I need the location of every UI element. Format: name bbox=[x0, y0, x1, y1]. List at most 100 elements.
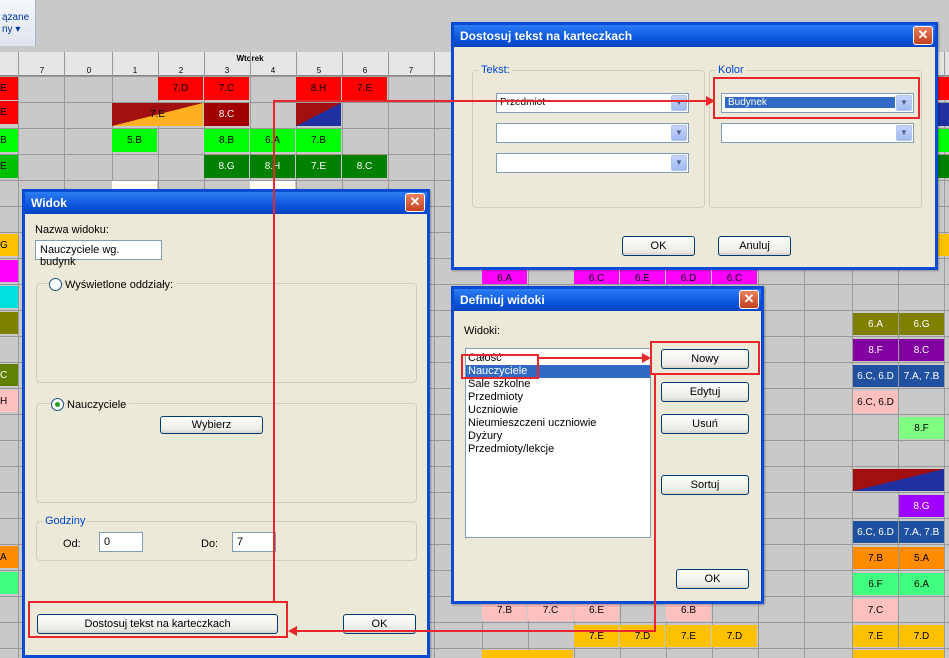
lesson-card[interactable] bbox=[482, 650, 573, 658]
lesson-card[interactable]: 6.E bbox=[620, 268, 665, 284]
lesson-card[interactable] bbox=[0, 312, 18, 334]
chevron-down-icon[interactable]: ▼ bbox=[671, 125, 687, 141]
lesson-card[interactable]: B bbox=[0, 129, 18, 152]
toolbar-button[interactable]: ązane ny ▾ bbox=[0, 0, 36, 46]
arrow-line bbox=[273, 101, 275, 601]
od-input[interactable]: 0 bbox=[99, 532, 143, 552]
tekst-combo-1[interactable]: Przedmiot ▼ bbox=[496, 93, 689, 113]
ok-button[interactable]: OK bbox=[622, 236, 695, 256]
list-item[interactable]: Sale szkolne bbox=[466, 378, 650, 391]
highlight-box bbox=[713, 77, 920, 119]
lesson-card[interactable]: 7.E bbox=[342, 77, 387, 100]
period-number: 0 bbox=[86, 65, 92, 75]
lesson-card[interactable] bbox=[937, 155, 949, 178]
lesson-card[interactable]: 8.C bbox=[342, 155, 387, 178]
lesson-card[interactable]: 7.D bbox=[899, 625, 944, 647]
kolor-combo-2[interactable]: ▼ bbox=[721, 123, 914, 143]
lesson-card[interactable]: 7.E bbox=[296, 155, 341, 178]
lesson-card[interactable] bbox=[937, 103, 949, 126]
lesson-card[interactable]: 7.D bbox=[158, 77, 203, 100]
cancel-button[interactable]: Anuluj bbox=[718, 236, 791, 256]
lesson-card[interactable]: 8.F bbox=[853, 339, 898, 361]
view-name-input[interactable]: Nauczyciele wg. budynk bbox=[35, 240, 162, 268]
close-icon[interactable]: ✕ bbox=[913, 26, 933, 45]
lesson-card[interactable]: 7.B bbox=[296, 129, 341, 152]
oddzialy-radio[interactable] bbox=[49, 278, 62, 291]
list-item[interactable]: Uczniowie bbox=[466, 404, 650, 417]
close-icon[interactable]: ✕ bbox=[405, 193, 425, 212]
lesson-card[interactable] bbox=[0, 286, 18, 308]
lesson-card[interactable] bbox=[0, 572, 18, 594]
nauczyciele-radio[interactable] bbox=[51, 398, 64, 411]
tekst-combo-3[interactable]: ▼ bbox=[496, 153, 689, 173]
lesson-card[interactable]: 7.D bbox=[620, 625, 665, 647]
lesson-card[interactable]: E bbox=[0, 77, 18, 100]
lesson-card[interactable] bbox=[296, 103, 341, 126]
dialog-titlebar[interactable]: Widok ✕ bbox=[25, 192, 427, 214]
lesson-card[interactable] bbox=[937, 77, 949, 100]
lesson-card[interactable]: 6.C, 6.D bbox=[853, 391, 898, 413]
usun-button[interactable]: Usuń bbox=[661, 414, 749, 434]
ok-button[interactable]: OK bbox=[676, 569, 749, 589]
lesson-card[interactable]: 7.D bbox=[712, 625, 757, 647]
lesson-card[interactable]: G bbox=[0, 234, 18, 256]
lesson-card[interactable]: 6.A bbox=[482, 268, 527, 284]
lesson-card[interactable]: 7.E bbox=[853, 625, 898, 647]
lesson-card[interactable]: 7.E bbox=[666, 625, 711, 647]
do-label: Do: bbox=[201, 538, 219, 550]
chevron-down-icon[interactable]: ▼ bbox=[671, 95, 687, 111]
lesson-card[interactable]: H bbox=[0, 390, 18, 412]
lesson-card[interactable]: E bbox=[0, 155, 18, 178]
lesson-card[interactable]: 8.G bbox=[899, 495, 944, 517]
list-item[interactable]: Przedmioty/lekcje bbox=[466, 443, 650, 456]
lesson-card[interactable] bbox=[853, 650, 944, 658]
oddzialy-group bbox=[36, 283, 417, 383]
lesson-card[interactable]: A bbox=[0, 546, 18, 568]
lesson-card[interactable] bbox=[853, 469, 944, 491]
do-input[interactable]: 7 bbox=[232, 532, 276, 552]
lesson-card[interactable] bbox=[937, 129, 949, 152]
lesson-card[interactable]: 6.C bbox=[712, 268, 757, 284]
lesson-card[interactable]: 6.D bbox=[666, 268, 711, 284]
dialog-titlebar[interactable]: Dostosuj tekst na karteczkach ✕ bbox=[454, 25, 935, 47]
lesson-card[interactable]: E bbox=[0, 101, 18, 124]
lesson-card[interactable]: 7.A, 7.B bbox=[899, 365, 944, 387]
nauczyciele-label: Nauczyciele bbox=[67, 399, 130, 411]
tekst-combo-2[interactable]: ▼ bbox=[496, 123, 689, 143]
lesson-card[interactable]: 6.A bbox=[899, 573, 944, 595]
lesson-card[interactable]: 8.C bbox=[899, 339, 944, 361]
lesson-card[interactable]: 6.G bbox=[899, 313, 944, 335]
list-item[interactable]: Przedmioty bbox=[466, 391, 650, 404]
lesson-card[interactable]: 7.C bbox=[204, 77, 249, 100]
lesson-card[interactable] bbox=[937, 234, 949, 256]
lesson-card[interactable]: 6.F bbox=[853, 573, 898, 595]
list-item[interactable]: Nieumieszczeni uczniowie bbox=[466, 417, 650, 430]
lesson-card[interactable]: 8.B bbox=[204, 129, 249, 152]
lesson-card[interactable]: 7.A, 7.B bbox=[899, 521, 944, 543]
lesson-card[interactable]: 8.H bbox=[296, 77, 341, 100]
lesson-card[interactable] bbox=[112, 181, 157, 189]
lesson-card[interactable]: 5.A bbox=[899, 547, 944, 569]
lesson-card[interactable]: 6.C bbox=[574, 268, 619, 284]
lesson-card[interactable]: 8.G bbox=[204, 155, 249, 178]
lesson-card[interactable]: 7.C bbox=[853, 599, 898, 621]
lesson-card[interactable] bbox=[0, 260, 18, 282]
chevron-down-icon[interactable]: ▼ bbox=[896, 125, 912, 141]
lesson-card[interactable]: 5.B bbox=[112, 129, 157, 152]
lesson-card[interactable]: 6.C, 6.D bbox=[853, 521, 898, 543]
lesson-card[interactable]: 6.C, 6.D bbox=[853, 365, 898, 387]
lesson-card[interactable]: 8.F bbox=[899, 417, 944, 439]
lesson-card[interactable]: 8.C bbox=[204, 103, 249, 126]
wybierz-button[interactable]: Wybierz bbox=[160, 416, 263, 434]
lesson-card[interactable]: 7.E bbox=[574, 625, 619, 647]
lesson-card[interactable]: C bbox=[0, 364, 18, 386]
lesson-card[interactable]: 7.B bbox=[853, 547, 898, 569]
close-icon[interactable]: ✕ bbox=[739, 290, 759, 309]
lesson-card[interactable]: 7.E bbox=[112, 103, 203, 126]
edytuj-button[interactable]: Edytuj bbox=[661, 382, 749, 402]
chevron-down-icon[interactable]: ▼ bbox=[671, 155, 687, 171]
dialog-titlebar[interactable]: Definiuj widoki ✕ bbox=[454, 289, 761, 311]
lesson-card[interactable]: 6.A bbox=[853, 313, 898, 335]
sortuj-button[interactable]: Sortuj bbox=[661, 475, 749, 495]
list-item[interactable]: Dyżury bbox=[466, 430, 650, 443]
